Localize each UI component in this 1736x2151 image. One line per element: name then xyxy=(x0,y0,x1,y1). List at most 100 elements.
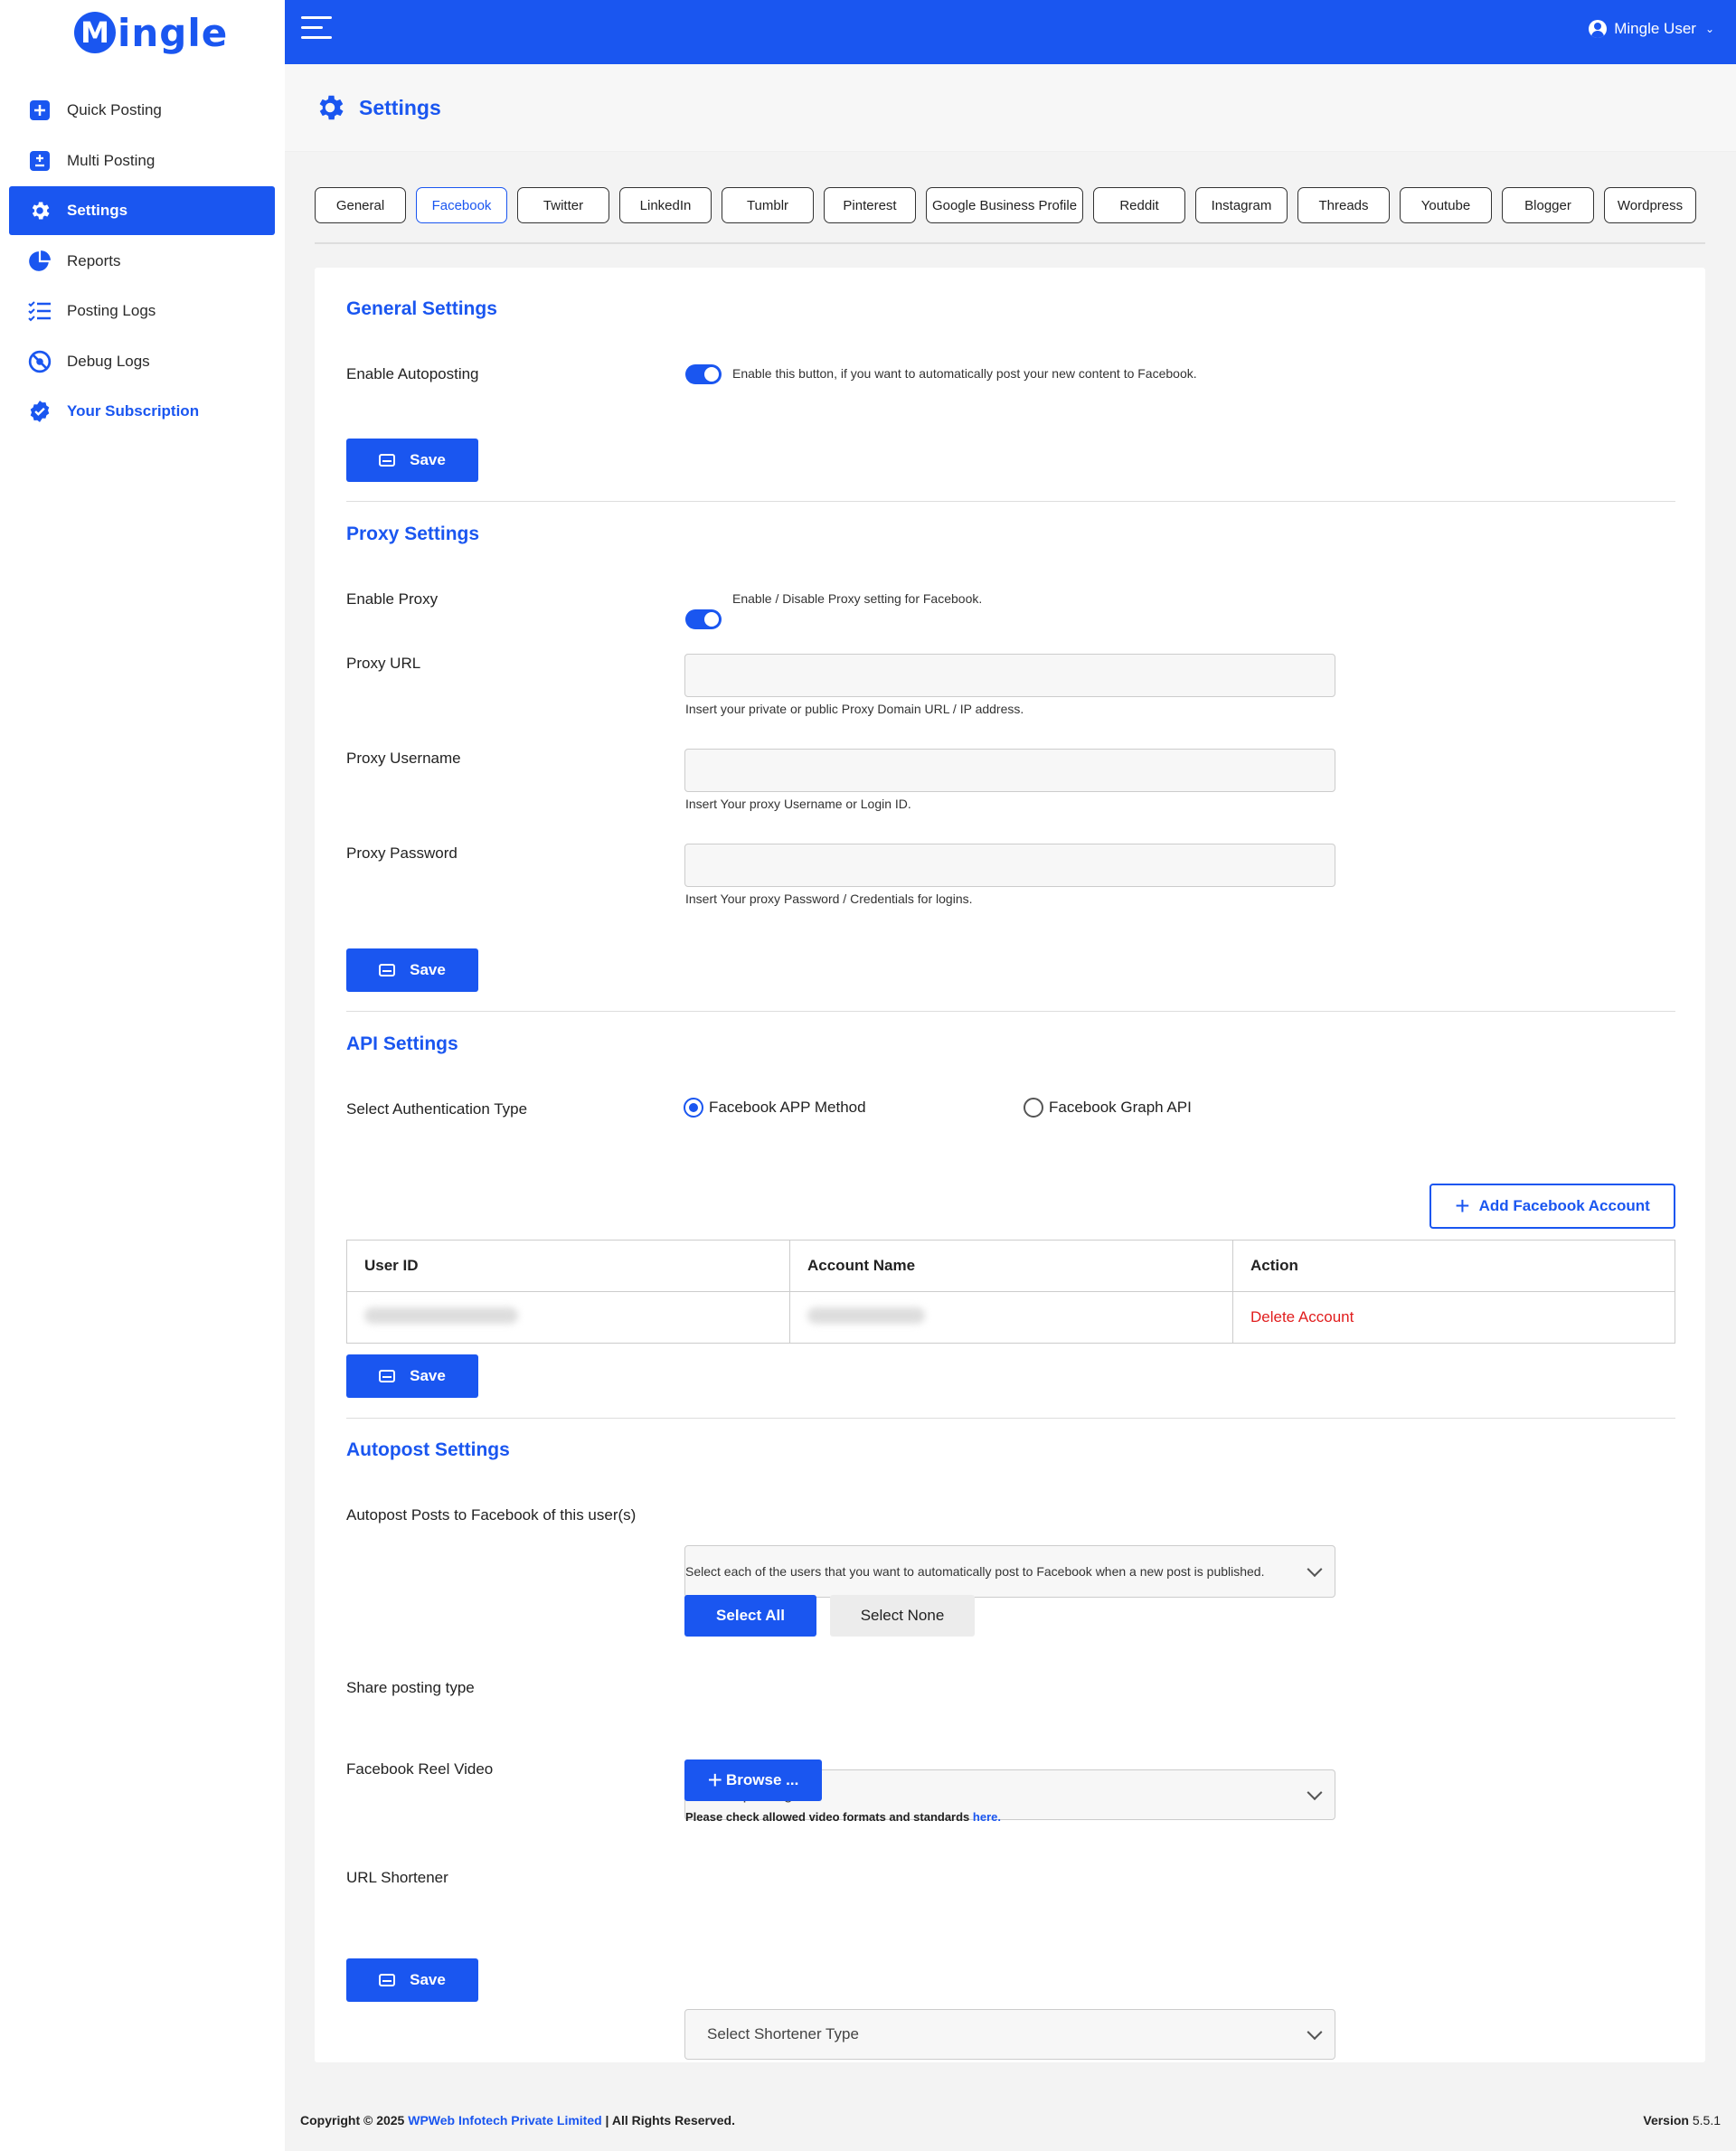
gear-icon xyxy=(314,91,346,124)
reel-hint-link[interactable]: here. xyxy=(973,1810,1001,1824)
sidebar-item-label: Quick Posting xyxy=(67,101,162,118)
logo-text: ingle xyxy=(118,10,229,55)
enable-proxy-toggle[interactable] xyxy=(685,609,722,629)
sidebar-item-your-subscription[interactable]: Your Subscription xyxy=(9,387,275,436)
reel-video-label: Facebook Reel Video xyxy=(346,1760,494,1778)
save-button-label: Save xyxy=(410,451,446,468)
sidebar-item-label: Posting Logs xyxy=(67,302,156,319)
autopost-users-hint: Select each of the users that you want t… xyxy=(685,1564,1265,1579)
select-all-button[interactable]: Select All xyxy=(684,1595,816,1637)
tab-linkedin[interactable]: LinkedIn xyxy=(619,187,712,223)
save-button-label: Save xyxy=(410,961,446,978)
sidebar-item-debug-logs[interactable]: Debug Logs xyxy=(9,337,275,386)
account-name-cell xyxy=(789,1291,1233,1344)
proxy-password-input[interactable] xyxy=(684,844,1335,887)
plus-icon: + xyxy=(1455,1192,1470,1220)
tab-facebook[interactable]: Facebook xyxy=(416,187,507,223)
proxy-url-label: Proxy URL xyxy=(346,655,421,672)
column-header-user-id: User ID xyxy=(346,1240,790,1292)
url-shortener-select[interactable]: Select Shortener Type xyxy=(684,2009,1335,2060)
proxy-url-input[interactable] xyxy=(684,654,1335,697)
proxy-save-button[interactable]: Save xyxy=(346,948,478,992)
auth-option-graph-api[interactable]: Facebook Graph API xyxy=(1024,1098,1192,1118)
table-header-row: User ID Account Name Action xyxy=(346,1240,1675,1292)
tab-reddit[interactable]: Reddit xyxy=(1093,187,1185,223)
tab-pinterest[interactable]: Pinterest xyxy=(824,187,916,223)
version-value: 5.5.1 xyxy=(1692,2113,1721,2127)
url-shortener-label: URL Shortener xyxy=(346,1869,448,1886)
tab-instagram[interactable]: Instagram xyxy=(1195,187,1288,223)
sidebar-item-label: Multi Posting xyxy=(67,151,156,169)
chevron-down-icon xyxy=(1307,1561,1323,1578)
chevron-down-icon xyxy=(1307,1785,1323,1801)
mingle-logo[interactable]: M ingle xyxy=(74,9,228,56)
url-shortener-value: Select Shortener Type xyxy=(707,2025,859,2043)
auth-option-app-method[interactable]: Facebook APP Method xyxy=(684,1098,866,1118)
tabs-divider xyxy=(315,242,1705,244)
proxy-password-hint: Insert Your proxy Password / Credentials… xyxy=(685,892,973,906)
user-id-cell xyxy=(346,1291,790,1344)
add-facebook-account-button[interactable]: + Add Facebook Account xyxy=(1429,1184,1675,1229)
save-button-label: Save xyxy=(410,1971,446,1988)
api-save-button[interactable]: Save xyxy=(346,1354,478,1398)
api-settings-title: API Settings xyxy=(346,1033,458,1054)
company-link[interactable]: WPWeb Infotech Private Limited xyxy=(408,2113,601,2127)
section-divider xyxy=(346,501,1675,502)
proxy-username-hint: Insert Your proxy Username or Login ID. xyxy=(685,797,911,811)
tab-wordpress[interactable]: Wordpress xyxy=(1604,187,1696,223)
proxy-url-hint: Insert your private or public Proxy Doma… xyxy=(685,702,1024,716)
tab-youtube[interactable]: Youtube xyxy=(1400,187,1492,223)
radio-unselected[interactable] xyxy=(1024,1098,1043,1118)
save-icon xyxy=(379,454,396,467)
enable-autoposting-toggle[interactable] xyxy=(685,364,722,384)
footer-copyright: Copyright © 2025 WPWeb Infotech Private … xyxy=(300,2113,735,2127)
sidebar-item-label: Debug Logs xyxy=(67,352,150,370)
copyright-prefix: Copyright © 2025 xyxy=(300,2113,409,2127)
tab-blogger[interactable]: Blogger xyxy=(1502,187,1594,223)
topbar: Mingle User ⌄ xyxy=(285,0,1736,64)
sidebar-item-posting-logs[interactable]: Posting Logs xyxy=(9,287,275,335)
user-avatar-icon xyxy=(1589,20,1608,38)
select-none-button[interactable]: Select None xyxy=(830,1595,975,1637)
chevron-down-icon xyxy=(1307,2024,1323,2041)
tab-tumblr[interactable]: Tumblr xyxy=(722,187,814,223)
save-icon xyxy=(379,1370,396,1382)
share-type-label: Share posting type xyxy=(346,1679,475,1696)
redacted-user-id xyxy=(364,1307,518,1324)
sidebar-item-quick-posting[interactable]: Quick Posting xyxy=(9,86,275,135)
proxy-settings-title: Proxy Settings xyxy=(346,524,480,544)
autopost-save-button[interactable]: Save xyxy=(346,1958,478,2002)
sidebar-item-label: Settings xyxy=(67,202,128,219)
tab-twitter[interactable]: Twitter xyxy=(517,187,609,223)
browse-label: Browse ... xyxy=(726,1771,799,1788)
column-header-account-name: Account Name xyxy=(789,1240,1233,1292)
redacted-account-name xyxy=(807,1307,925,1324)
general-save-button[interactable]: Save xyxy=(346,439,478,482)
page-title: Settings xyxy=(359,95,441,119)
auth-option-label: Facebook Graph API xyxy=(1049,1099,1192,1116)
sidebar-item-multi-posting[interactable]: Multi Posting xyxy=(9,137,275,185)
menu-toggle-icon[interactable] xyxy=(301,16,332,42)
proxy-username-input[interactable] xyxy=(684,749,1335,792)
add-account-label: Add Facebook Account xyxy=(1478,1197,1650,1214)
tab-threads[interactable]: Threads xyxy=(1297,187,1390,223)
table-row: Delete Account xyxy=(346,1291,1675,1344)
bug-icon xyxy=(27,349,52,374)
sidebar-item-reports[interactable]: Reports xyxy=(9,237,275,286)
radio-selected[interactable] xyxy=(684,1098,703,1118)
user-menu[interactable]: Mingle User ⌄ xyxy=(1589,20,1714,38)
tab-google-business-profile[interactable]: Google Business Profile xyxy=(926,187,1083,223)
accounts-table: User ID Account Name Action Delete Accou… xyxy=(346,1240,1675,1344)
sidebar-nav: Quick Posting Multi Posting Settings Rep… xyxy=(9,86,275,438)
browse-button[interactable]: + Browse ... xyxy=(684,1759,822,1801)
autopost-settings-title: Autopost Settings xyxy=(346,1439,510,1460)
sidebar-item-label: Reports xyxy=(67,251,121,269)
tab-general[interactable]: General xyxy=(315,187,406,223)
save-icon xyxy=(379,1974,396,1986)
proxy-username-label: Proxy Username xyxy=(346,750,461,767)
sidebar-item-settings[interactable]: Settings xyxy=(9,186,275,235)
delete-account-link[interactable]: Delete Account xyxy=(1232,1291,1675,1344)
enable-proxy-hint: Enable / Disable Proxy setting for Faceb… xyxy=(732,591,983,606)
pie-chart-icon xyxy=(27,249,52,274)
version-label: Version xyxy=(1643,2113,1689,2127)
